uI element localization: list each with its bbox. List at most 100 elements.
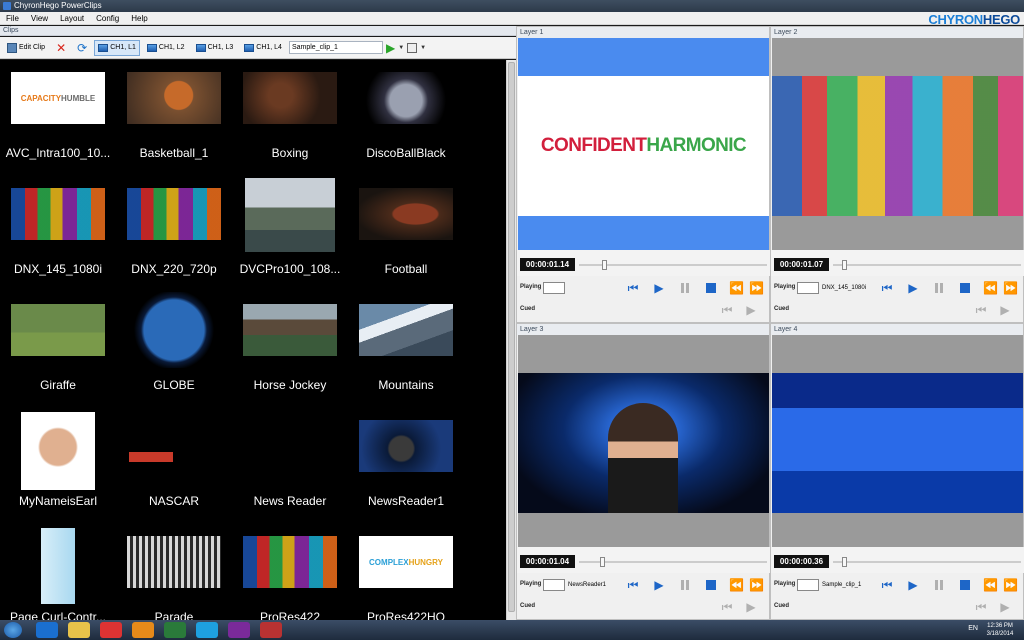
playhead-slider[interactable] [833, 557, 1021, 567]
menu-config[interactable]: Config [96, 12, 119, 24]
layer-title: Layer 2 [771, 27, 1023, 38]
clip-label: MyNameisEarl [18, 494, 97, 508]
play-icon[interactable]: ▶ [999, 304, 1011, 316]
rewind-icon[interactable]: ⏪ [729, 282, 744, 294]
layer-timebar: 00:00:01.07 [771, 250, 1024, 276]
clip-item[interactable]: DNX_220_720p [116, 176, 232, 292]
language-indicator[interactable]: EN [968, 625, 978, 632]
skip-back-icon[interactable]: ⏮ [975, 601, 987, 613]
pause-icon[interactable] [679, 282, 691, 294]
skip-back-icon[interactable]: ⏮ [881, 579, 893, 591]
clip-item[interactable]: COMPLEX HUNGRY ProRes422HQ [348, 524, 464, 620]
stop-icon[interactable] [959, 282, 971, 294]
play-icon[interactable]: ▶ [907, 579, 919, 591]
ie-icon[interactable] [36, 622, 58, 638]
menu-layout[interactable]: Layout [60, 12, 84, 24]
app-icon[interactable] [164, 622, 186, 638]
clock-date: 3/18/2014 [986, 631, 1014, 637]
playhead-slider[interactable] [579, 260, 767, 270]
layer-preview [772, 38, 1023, 250]
play-icon[interactable]: ▶ [386, 42, 395, 54]
folder-icon[interactable] [68, 622, 90, 638]
clip-item[interactable]: Horse Jockey [232, 292, 348, 408]
skip-back-icon[interactable]: ⏮ [721, 601, 733, 613]
clip-item[interactable]: NewsReader1 [348, 408, 464, 524]
rewind-icon[interactable]: ⏪ [729, 579, 744, 591]
pause-icon[interactable] [679, 579, 691, 591]
clip-item[interactable]: Mountains [348, 292, 464, 408]
rewind-icon[interactable]: ⏪ [983, 282, 998, 294]
play-icon[interactable]: ▶ [907, 282, 919, 294]
playhead-slider[interactable] [579, 557, 767, 567]
clip-item[interactable]: Boxing [232, 60, 348, 176]
clip-label: Parade [154, 610, 194, 620]
clip-item[interactable]: Parade [116, 524, 232, 620]
clips-scrollbar[interactable] [506, 60, 516, 620]
rewind-icon[interactable]: ⏪ [983, 579, 998, 591]
play-icon[interactable]: ▶ [999, 601, 1011, 613]
clip-item[interactable]: DVCPro100_108... [232, 176, 348, 292]
clip-item[interactable]: DNX_145_1080i [0, 176, 116, 292]
start-button[interactable] [4, 622, 22, 638]
playing-row: Playing Sample_clip_1 ⏮ ▶ ⏪ ⏩ [771, 575, 1024, 595]
play-icon[interactable]: ▶ [745, 601, 757, 613]
pause-icon[interactable] [933, 282, 945, 294]
clip-item[interactable]: MyNameisEarl [0, 408, 116, 524]
skip-back-icon[interactable]: ⏮ [627, 579, 639, 591]
clip-item[interactable]: DiscoBallBlack [348, 60, 464, 176]
edit-clip-button[interactable]: Edit Clip [3, 40, 49, 56]
colorbars-icon[interactable] [228, 622, 250, 638]
playhead-thumb[interactable] [842, 260, 848, 270]
powerclips-icon[interactable] [260, 622, 282, 638]
scrollbar-thumb[interactable] [508, 62, 515, 612]
clip-item[interactable]: News Reader [232, 408, 348, 524]
stop-icon[interactable] [705, 579, 717, 591]
clip-item[interactable]: CAPACITY HUMBLE AVC_Intra100_10... [0, 60, 116, 176]
channel-button-1[interactable]: CH1, L1 [94, 39, 140, 56]
clip-item[interactable]: GLOBE [116, 292, 232, 408]
play-icon[interactable]: ▶ [745, 304, 757, 316]
delete-clip-button[interactable]: ✕ [52, 40, 70, 56]
stop-icon[interactable] [959, 579, 971, 591]
clip-item[interactable]: Basketball_1 [116, 60, 232, 176]
menu-view[interactable]: View [31, 12, 48, 24]
skip-back-icon[interactable]: ⏮ [721, 304, 733, 316]
skip-back-icon[interactable]: ⏮ [627, 282, 639, 294]
playing-label: Playing [774, 581, 796, 587]
menu-help[interactable]: Help [131, 12, 147, 24]
delete-icon: ✕ [56, 40, 67, 55]
outlook-icon[interactable] [132, 622, 154, 638]
skip-back-icon[interactable]: ⏮ [881, 282, 893, 294]
fast-forward-icon[interactable]: ⏩ [749, 282, 764, 294]
refresh-button[interactable]: ⟳ [73, 40, 91, 56]
stop-icon[interactable] [705, 282, 717, 294]
menu-file[interactable]: File [6, 12, 19, 24]
channel-button-4[interactable]: CH1, L4 [240, 40, 286, 56]
clip-item[interactable]: ProRes422 [232, 524, 348, 620]
list-view-icon[interactable] [407, 42, 418, 53]
clip-thumbnail [243, 536, 337, 588]
playhead-slider[interactable] [833, 260, 1021, 270]
play-icon[interactable]: ▶ [653, 282, 665, 294]
play-icon[interactable]: ▶ [653, 579, 665, 591]
chrome-icon[interactable] [100, 622, 122, 638]
clip-item[interactable]: Giraffe [0, 292, 116, 408]
clip-item[interactable]: Page Curl-Contr... [0, 524, 116, 620]
fast-forward-icon[interactable]: ⏩ [749, 579, 764, 591]
pause-icon[interactable] [933, 579, 945, 591]
channel-button-2[interactable]: CH1, L2 [143, 40, 189, 56]
chevron-down-icon[interactable]: ▼ [420, 45, 426, 51]
playhead-thumb[interactable] [601, 260, 607, 270]
skype-icon[interactable] [196, 622, 218, 638]
clip-item[interactable]: NASCAR [116, 408, 232, 524]
system-clock[interactable]: 12:36 PM 3/18/2014 [980, 622, 1020, 638]
fast-forward-icon[interactable]: ⏩ [1003, 579, 1018, 591]
chevron-down-icon[interactable]: ▼ [398, 45, 404, 51]
clip-name-field[interactable]: Sample_clip_1 [288, 41, 383, 54]
skip-back-icon[interactable]: ⏮ [975, 304, 987, 316]
playhead-thumb[interactable] [599, 557, 605, 567]
channel-button-3[interactable]: CH1, L3 [192, 40, 238, 56]
fast-forward-icon[interactable]: ⏩ [1003, 282, 1018, 294]
clip-item[interactable]: Football [348, 176, 464, 292]
playhead-thumb[interactable] [842, 557, 848, 567]
